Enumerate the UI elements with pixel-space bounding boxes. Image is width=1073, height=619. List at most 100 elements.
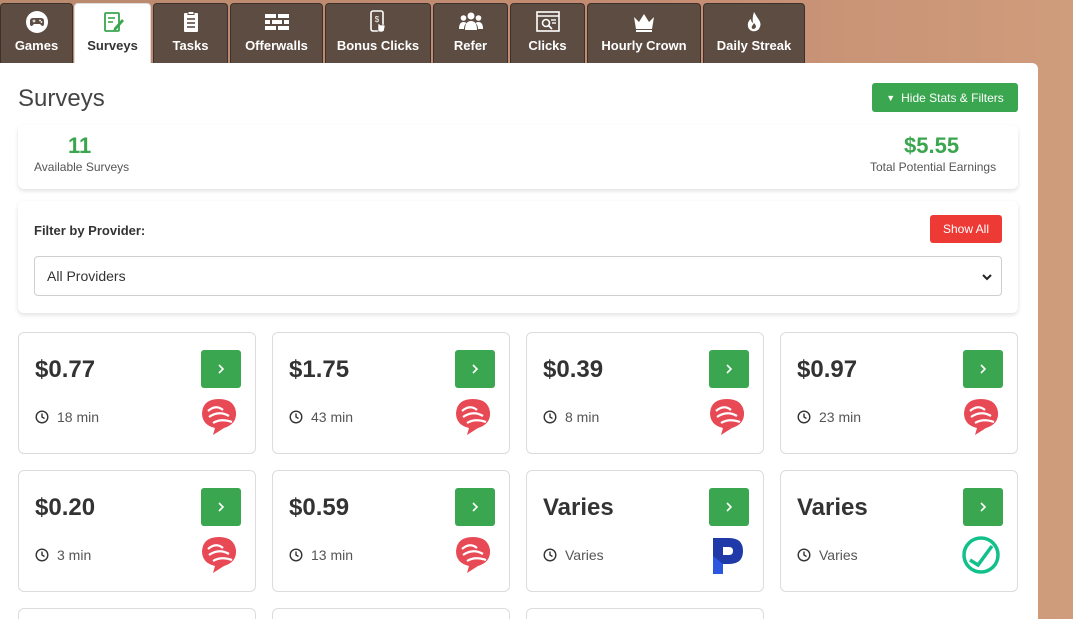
start-survey-button[interactable] bbox=[455, 350, 495, 388]
survey-duration-text: Varies bbox=[565, 547, 604, 563]
survey-duration: 43 min bbox=[289, 409, 353, 425]
tap-icon: $ bbox=[326, 10, 430, 34]
survey-duration-text: 43 min bbox=[311, 409, 354, 425]
chevron-right-icon bbox=[726, 502, 733, 512]
available-surveys-count: 11 bbox=[68, 133, 92, 158]
survey-card[interactable]: $0.77 18 min bbox=[18, 332, 256, 454]
start-survey-button[interactable] bbox=[201, 350, 241, 388]
svg-text:$: $ bbox=[375, 15, 380, 24]
survey-card[interactable]: $0.20 3 min bbox=[18, 470, 256, 592]
stats-box: 11 Available Surveys $5.55 Total Potenti… bbox=[18, 125, 1018, 189]
survey-duration: 3 min bbox=[35, 547, 91, 563]
clock-icon bbox=[35, 410, 49, 424]
tab-offerwalls[interactable]: Offerwalls bbox=[230, 3, 323, 63]
provider-logo-icon bbox=[707, 534, 747, 576]
survey-payout: $0.97 bbox=[797, 356, 858, 383]
survey-duration: Varies bbox=[543, 547, 604, 563]
tab-tasks[interactable]: Tasks bbox=[153, 3, 228, 63]
survey-duration: 13 min bbox=[289, 547, 353, 563]
survey-payout: $0.20 bbox=[35, 494, 96, 521]
survey-payout: Varies bbox=[543, 494, 614, 521]
caret-down-icon: ▼ bbox=[886, 92, 896, 103]
survey-duration-text: 23 min bbox=[819, 409, 862, 425]
provider-logo-icon bbox=[199, 396, 239, 438]
provider-logo-icon bbox=[453, 534, 493, 576]
survey-payout: $0.59 bbox=[289, 494, 350, 521]
clock-icon bbox=[797, 548, 811, 562]
filter-label: Filter by Provider: bbox=[34, 223, 146, 238]
survey-card[interactable]: Varies Varies bbox=[526, 470, 764, 592]
tab-refer[interactable]: Refer bbox=[433, 3, 508, 63]
chevron-right-icon bbox=[980, 364, 987, 374]
flame-icon bbox=[704, 10, 804, 34]
chevron-right-icon bbox=[980, 502, 987, 512]
survey-duration-text: 8 min bbox=[565, 409, 600, 425]
provider-logo-icon bbox=[707, 396, 747, 438]
survey-duration-text: 18 min bbox=[57, 409, 100, 425]
tab-label: Daily Streak bbox=[716, 38, 792, 53]
brick-wall-icon bbox=[231, 10, 322, 34]
survey-duration: Varies bbox=[797, 547, 858, 563]
tab-label: Bonus Clicks bbox=[336, 38, 420, 53]
survey-card[interactable]: $0.97 23 min bbox=[780, 332, 1018, 454]
survey-duration: 18 min bbox=[35, 409, 99, 425]
start-survey-button[interactable] bbox=[455, 488, 495, 526]
survey-card[interactable]: $0.39 8 min bbox=[526, 332, 764, 454]
tab-label: Surveys bbox=[87, 38, 138, 53]
survey-duration: 8 min bbox=[543, 409, 599, 425]
survey-duration-text: 3 min bbox=[57, 547, 92, 563]
page-title: Surveys bbox=[18, 85, 105, 112]
survey-duration-text: 13 min bbox=[311, 547, 354, 563]
provider-logo-icon bbox=[961, 534, 1001, 576]
tab-label: Tasks bbox=[172, 38, 209, 53]
users-icon bbox=[434, 10, 507, 34]
survey-payout: $0.39 bbox=[543, 356, 604, 383]
start-survey-button[interactable] bbox=[201, 488, 241, 526]
tab-label: Games bbox=[14, 38, 59, 53]
chevron-right-icon bbox=[726, 364, 733, 374]
clock-icon bbox=[797, 410, 811, 424]
tab-surveys[interactable]: Surveys bbox=[74, 3, 151, 63]
clock-icon bbox=[543, 548, 557, 562]
start-survey-button[interactable] bbox=[963, 350, 1003, 388]
tab-games[interactable]: Games bbox=[0, 3, 73, 63]
survey-card[interactable] bbox=[272, 608, 510, 619]
tab-bonus-clicks[interactable]: $ Bonus Clicks bbox=[325, 3, 431, 63]
gamepad-icon bbox=[1, 10, 72, 34]
survey-card[interactable] bbox=[526, 608, 764, 619]
survey-card[interactable]: Varies Varies bbox=[780, 470, 1018, 592]
chevron-right-icon bbox=[472, 502, 479, 512]
tab-label: Refer bbox=[453, 38, 488, 53]
hide-stats-filters-button[interactable]: ▼ Hide Stats & Filters bbox=[872, 83, 1018, 112]
tab-label: Hourly Crown bbox=[601, 38, 687, 53]
provider-select[interactable]: All Providers bbox=[34, 256, 1002, 296]
tab-clicks[interactable]: Clicks bbox=[510, 3, 585, 63]
provider-select-value: All Providers bbox=[47, 268, 126, 284]
survey-card[interactable]: $1.75 43 min bbox=[272, 332, 510, 454]
clipboard-icon bbox=[154, 10, 227, 34]
tab-daily-streak[interactable]: Daily Streak bbox=[703, 3, 805, 63]
show-all-button[interactable]: Show All bbox=[930, 215, 1002, 243]
chevron-down-icon bbox=[981, 270, 993, 286]
chevron-right-icon bbox=[218, 364, 225, 374]
start-survey-button[interactable] bbox=[709, 488, 749, 526]
tab-label: Offerwalls bbox=[245, 38, 308, 53]
survey-duration-text: Varies bbox=[819, 547, 858, 563]
start-survey-button[interactable] bbox=[709, 350, 749, 388]
chevron-right-icon bbox=[218, 502, 225, 512]
survey-card[interactable]: $0.59 13 min bbox=[272, 470, 510, 592]
total-earnings-value: $5.55 bbox=[904, 133, 960, 158]
survey-payout: $0.77 bbox=[35, 356, 96, 383]
survey-card[interactable] bbox=[18, 608, 256, 619]
survey-duration: 23 min bbox=[797, 409, 861, 425]
provider-filter: Filter by Provider: Show All All Provide… bbox=[18, 201, 1018, 313]
clock-icon bbox=[543, 410, 557, 424]
start-survey-button[interactable] bbox=[963, 488, 1003, 526]
browser-search-icon bbox=[511, 10, 584, 34]
hide-stats-label: Hide Stats & Filters bbox=[901, 90, 1004, 105]
provider-logo-icon bbox=[961, 396, 1001, 438]
clock-icon bbox=[289, 548, 303, 562]
tab-hourly-crown[interactable]: Hourly Crown bbox=[587, 3, 701, 63]
crown-icon bbox=[588, 10, 700, 34]
survey-payout: Varies bbox=[797, 494, 868, 521]
